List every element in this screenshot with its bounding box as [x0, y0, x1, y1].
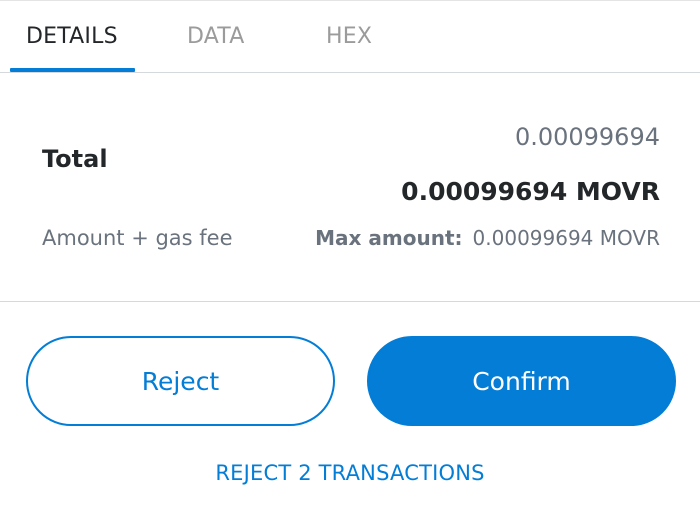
- total-label: Total: [42, 145, 108, 173]
- reject-all-transactions-link[interactable]: REJECT 2 TRANSACTIONS: [0, 461, 700, 485]
- total-primary-amount: 0.00099694 MOVR: [401, 177, 660, 206]
- tab-hex[interactable]: HEX: [326, 24, 372, 49]
- max-amount-row: Max amount: 0.00099694 MOVR: [315, 226, 660, 250]
- tab-details[interactable]: DETAILS: [26, 24, 118, 49]
- confirm-button[interactable]: Confirm: [367, 336, 676, 426]
- max-amount-value: 0.00099694 MOVR: [472, 226, 660, 250]
- tab-data[interactable]: DATA: [187, 24, 244, 49]
- active-tab-indicator: [10, 68, 135, 72]
- max-amount-label: Max amount:: [315, 226, 463, 250]
- reject-button[interactable]: Reject: [26, 336, 335, 426]
- amount-gas-fee-label: Amount + gas fee: [42, 226, 233, 250]
- total-secondary-amount: 0.00099694: [514, 123, 660, 151]
- total-section: Total 0.00099694 0.00099694 MOVR Amount …: [0, 73, 700, 302]
- tab-bar: DETAILS DATA HEX: [0, 6, 700, 73]
